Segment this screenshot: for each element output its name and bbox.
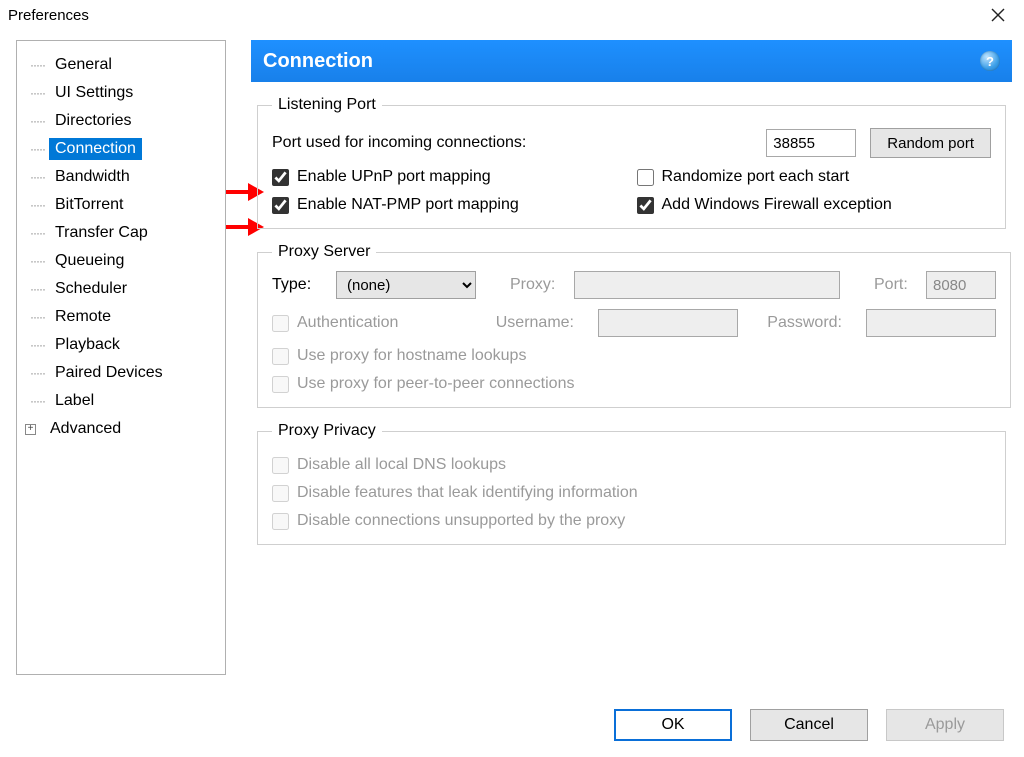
proxy-port-label: Port: — [874, 276, 918, 294]
upnp-checkbox[interactable] — [272, 169, 289, 186]
dialog-buttons: OK Cancel Apply — [614, 709, 1004, 741]
sidebar-item-scheduler[interactable]: ·····Scheduler — [17, 275, 225, 303]
sidebar-item-transfer-cap[interactable]: ·····Transfer Cap — [17, 219, 225, 247]
proxy-server-legend: Proxy Server — [272, 243, 376, 261]
close-icon[interactable] — [976, 1, 1020, 29]
privacy-dns-checkbox — [272, 457, 289, 474]
sidebar-item-advanced[interactable]: +Advanced — [17, 415, 225, 443]
preferences-window: Preferences ·····General ·····UI Setting… — [0, 0, 1024, 757]
proxy-host-label: Proxy: — [510, 276, 566, 294]
proxy-password-input — [866, 309, 996, 337]
listening-port-group: Listening Port Port used for incoming co… — [257, 96, 1006, 229]
proxy-type-select[interactable]: (none) — [336, 271, 476, 299]
cancel-button[interactable]: Cancel — [750, 709, 868, 741]
incoming-port-label: Port used for incoming connections: — [272, 134, 766, 152]
natpmp-checkbox[interactable] — [272, 197, 289, 214]
proxy-auth-checkbox — [272, 315, 289, 332]
proxy-server-group: Proxy Server Type: (none) Proxy: Port: — [257, 243, 1011, 408]
firewall-checkbox-label[interactable]: Add Windows Firewall exception — [637, 196, 992, 214]
randomize-port-checkbox[interactable] — [637, 169, 654, 186]
sidebar-item-ui-settings[interactable]: ·····UI Settings — [17, 79, 225, 107]
panel-header: Connection ? — [251, 40, 1012, 82]
incoming-port-input[interactable] — [766, 129, 856, 157]
sidebar-item-remote[interactable]: ·····Remote — [17, 303, 225, 331]
sidebar-item-bittorrent[interactable]: ·····BitTorrent — [17, 191, 225, 219]
sidebar-item-label[interactable]: ·····Label — [17, 387, 225, 415]
random-port-button[interactable]: Random port — [870, 128, 991, 158]
sidebar-item-connection[interactable]: ·····Connection — [17, 135, 225, 163]
proxy-port-input — [926, 271, 996, 299]
proxy-privacy-group: Proxy Privacy Disable all local DNS look… — [257, 422, 1006, 545]
randomize-port-checkbox-label[interactable]: Randomize port each start — [637, 168, 992, 186]
proxy-password-label: Password: — [754, 314, 842, 332]
listening-port-legend: Listening Port — [272, 96, 382, 114]
apply-button: Apply — [886, 709, 1004, 741]
help-icon[interactable]: ? — [980, 51, 1000, 71]
proxy-privacy-legend: Proxy Privacy — [272, 422, 382, 440]
proxy-hostname-checkbox-label: Use proxy for hostname lookups — [272, 347, 996, 365]
sidebar-item-playback[interactable]: ·····Playback — [17, 331, 225, 359]
settings-panel: Connection ? Listening Port Port used fo… — [251, 40, 1012, 675]
privacy-leak-checkbox-label: Disable features that leak identifying i… — [272, 484, 991, 502]
expand-icon[interactable]: + — [25, 424, 36, 435]
sidebar-item-general[interactable]: ·····General — [17, 51, 225, 79]
firewall-checkbox[interactable] — [637, 197, 654, 214]
sidebar-item-queueing[interactable]: ·····Queueing — [17, 247, 225, 275]
proxy-username-input — [598, 309, 738, 337]
privacy-unsupported-checkbox — [272, 513, 289, 530]
sidebar-item-paired-devices[interactable]: ·····Paired Devices — [17, 359, 225, 387]
ok-button[interactable]: OK — [614, 709, 732, 741]
window-title: Preferences — [8, 7, 89, 24]
proxy-p2p-checkbox-label: Use proxy for peer-to-peer connections — [272, 375, 996, 393]
privacy-unsupported-checkbox-label: Disable connections unsupported by the p… — [272, 512, 991, 530]
category-tree: ·····General ·····UI Settings ·····Direc… — [16, 40, 226, 675]
upnp-checkbox-label[interactable]: Enable UPnP port mapping — [272, 168, 627, 186]
proxy-hostname-checkbox — [272, 348, 289, 365]
proxy-auth-checkbox-label: Authentication — [272, 314, 472, 332]
proxy-type-label: Type: — [272, 276, 328, 294]
proxy-username-label: Username: — [480, 314, 574, 332]
proxy-host-input — [574, 271, 840, 299]
titlebar: Preferences — [0, 0, 1024, 30]
natpmp-checkbox-label[interactable]: Enable NAT-PMP port mapping — [272, 196, 627, 214]
sidebar-item-bandwidth[interactable]: ·····Bandwidth — [17, 163, 225, 191]
panel-title: Connection — [263, 50, 373, 73]
privacy-dns-checkbox-label: Disable all local DNS lookups — [272, 456, 991, 474]
sidebar-item-directories[interactable]: ·····Directories — [17, 107, 225, 135]
privacy-leak-checkbox — [272, 485, 289, 502]
proxy-p2p-checkbox — [272, 376, 289, 393]
